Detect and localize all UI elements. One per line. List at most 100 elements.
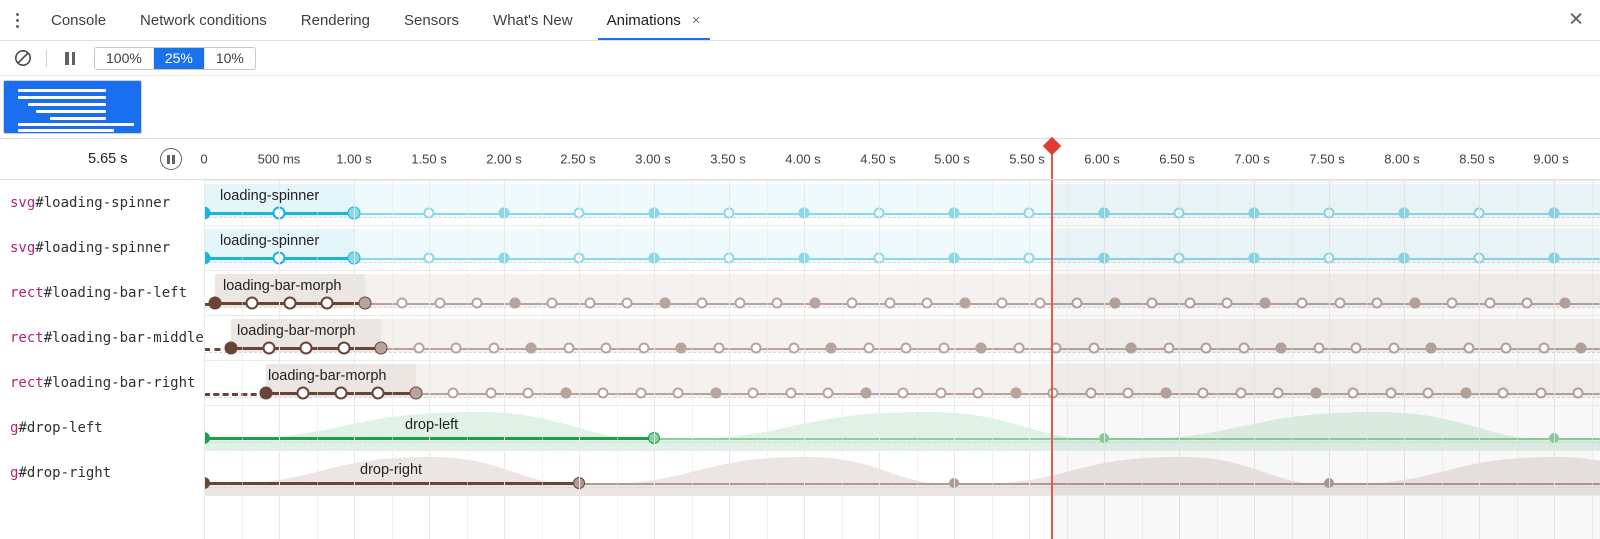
animation-row-track[interactable]: drop-right xyxy=(204,450,1600,495)
keyframe-marker[interactable] xyxy=(1409,298,1420,309)
keyframe-marker-hollow[interactable] xyxy=(1184,298,1195,309)
keyframe-marker-hollow[interactable] xyxy=(448,388,459,399)
keyframe-marker[interactable] xyxy=(225,342,238,355)
keyframe-marker-hollow[interactable] xyxy=(1538,343,1549,354)
keyframe-marker-hollow[interactable] xyxy=(884,298,895,309)
keyframe-marker-hollow[interactable] xyxy=(823,388,834,399)
animation-preview-card[interactable] xyxy=(3,80,142,134)
keyframe-marker-hollow[interactable] xyxy=(601,343,612,354)
keyframe-marker-hollow[interactable] xyxy=(1048,388,1059,399)
keyframe-marker-hollow[interactable] xyxy=(584,298,595,309)
keyframe-marker-hollow[interactable] xyxy=(734,298,745,309)
keyframe-marker-hollow[interactable] xyxy=(1238,343,1249,354)
keyframe-marker-hollow[interactable] xyxy=(1163,343,1174,354)
keyframe-marker-hollow[interactable] xyxy=(1498,388,1509,399)
speed-option-10[interactable]: 10% xyxy=(205,48,255,69)
keyframe-marker[interactable] xyxy=(676,343,687,354)
animation-row-label[interactable]: g#drop-left xyxy=(10,405,103,450)
keyframe-marker-hollow[interactable] xyxy=(785,388,796,399)
keyframe-marker-hollow[interactable] xyxy=(1198,388,1209,399)
animation-row-label[interactable]: svg#loading-spinner xyxy=(10,180,170,225)
clear-all-icon[interactable] xyxy=(9,44,37,72)
close-drawer-icon[interactable]: ✕ xyxy=(1568,11,1584,30)
keyframe-marker-hollow[interactable] xyxy=(713,343,724,354)
keyframe-marker-hollow[interactable] xyxy=(1313,343,1324,354)
keyframe-marker-hollow[interactable] xyxy=(300,342,313,355)
keyframe-marker[interactable] xyxy=(1310,388,1321,399)
animation-row-track[interactable]: loading-spinner xyxy=(204,225,1600,270)
keyframe-marker-hollow[interactable] xyxy=(297,387,310,400)
animation-row-label[interactable]: rect#loading-bar-right xyxy=(10,360,195,405)
keyframe-marker-hollow[interactable] xyxy=(1484,298,1495,309)
keyframe-marker-hollow[interactable] xyxy=(372,387,385,400)
keyframe-marker-hollow[interactable] xyxy=(1123,388,1134,399)
keyframe-marker[interactable] xyxy=(1460,388,1471,399)
keyframe-marker[interactable] xyxy=(359,298,370,309)
keyframe-marker[interactable] xyxy=(1126,343,1137,354)
keyframe-marker-hollow[interactable] xyxy=(397,298,408,309)
keyframe-marker-hollow[interactable] xyxy=(283,297,296,310)
animation-row-label[interactable]: g#drop-right xyxy=(10,450,111,495)
keyframe-marker[interactable] xyxy=(208,297,221,310)
keyframe-marker-hollow[interactable] xyxy=(1201,343,1212,354)
keyframe-marker[interactable] xyxy=(1576,343,1587,354)
keyframe-marker-hollow[interactable] xyxy=(1013,343,1024,354)
keyframe-marker[interactable] xyxy=(376,343,387,354)
keyframe-marker-hollow[interactable] xyxy=(1273,388,1284,399)
replay-pause-icon[interactable] xyxy=(160,148,182,170)
keyframe-marker-hollow[interactable] xyxy=(997,298,1008,309)
keyframe-marker-hollow[interactable] xyxy=(697,298,708,309)
animation-row-track[interactable]: loading-spinner xyxy=(204,180,1600,225)
animation-iteration-bar-faded[interactable] xyxy=(654,438,1600,440)
animation-row-label[interactable]: rect#loading-bar-middle xyxy=(10,315,204,360)
keyframe-marker-hollow[interactable] xyxy=(1297,298,1308,309)
timeline-scrubber-line[interactable] xyxy=(1051,180,1053,539)
keyframe-marker-hollow[interactable] xyxy=(622,298,633,309)
keyframe-marker[interactable] xyxy=(1010,388,1021,399)
keyframe-marker[interactable] xyxy=(1426,343,1437,354)
keyframe-marker[interactable] xyxy=(976,343,987,354)
keyframe-marker-hollow[interactable] xyxy=(337,342,350,355)
tab-network-conditions[interactable]: Network conditions xyxy=(123,0,284,40)
keyframe-marker-hollow[interactable] xyxy=(413,343,424,354)
keyframe-marker-hollow[interactable] xyxy=(547,298,558,309)
animation-iteration-bar-faded[interactable] xyxy=(579,483,1600,485)
keyframe-marker-hollow[interactable] xyxy=(973,388,984,399)
keyframe-marker-hollow[interactable] xyxy=(472,298,483,309)
keyframe-marker-hollow[interactable] xyxy=(262,342,275,355)
keyframe-marker-hollow[interactable] xyxy=(638,343,649,354)
keyframe-marker-hollow[interactable] xyxy=(1334,298,1345,309)
keyframe-marker-hollow[interactable] xyxy=(1522,298,1533,309)
keyframe-marker[interactable] xyxy=(509,298,520,309)
tab-sensors[interactable]: Sensors xyxy=(387,0,476,40)
keyframe-marker-hollow[interactable] xyxy=(1447,298,1458,309)
keyframe-marker[interactable] xyxy=(809,298,820,309)
keyframe-marker[interactable] xyxy=(1259,298,1270,309)
keyframe-marker-hollow[interactable] xyxy=(748,388,759,399)
keyframe-marker-hollow[interactable] xyxy=(1088,343,1099,354)
animation-row-track[interactable]: loading-bar-morph xyxy=(204,360,1600,405)
keyframe-marker-hollow[interactable] xyxy=(434,298,445,309)
animation-row-label[interactable]: svg#loading-spinner xyxy=(10,225,170,270)
keyframe-marker[interactable] xyxy=(410,388,421,399)
keyframe-marker-hollow[interactable] xyxy=(847,298,858,309)
keyframe-marker-hollow[interactable] xyxy=(1573,388,1584,399)
keyframe-marker-hollow[interactable] xyxy=(673,388,684,399)
keyframe-marker-hollow[interactable] xyxy=(1372,298,1383,309)
keyframe-marker-hollow[interactable] xyxy=(1535,388,1546,399)
keyframe-marker-hollow[interactable] xyxy=(1085,388,1096,399)
keyframe-marker[interactable] xyxy=(826,343,837,354)
keyframe-marker-hollow[interactable] xyxy=(598,388,609,399)
animation-row-track[interactable]: loading-bar-morph xyxy=(204,270,1600,315)
tab-rendering[interactable]: Rendering xyxy=(284,0,387,40)
keyframe-marker-hollow[interactable] xyxy=(451,343,462,354)
keyframe-marker-hollow[interactable] xyxy=(1385,388,1396,399)
keyframe-marker-hollow[interactable] xyxy=(901,343,912,354)
keyframe-marker[interactable] xyxy=(860,388,871,399)
keyframe-marker-hollow[interactable] xyxy=(922,298,933,309)
keyframe-marker-hollow[interactable] xyxy=(935,388,946,399)
keyframe-marker-hollow[interactable] xyxy=(1351,343,1362,354)
keyframe-marker-hollow[interactable] xyxy=(523,388,534,399)
keyframe-marker-hollow[interactable] xyxy=(1423,388,1434,399)
keyframe-marker[interactable] xyxy=(1559,298,1570,309)
